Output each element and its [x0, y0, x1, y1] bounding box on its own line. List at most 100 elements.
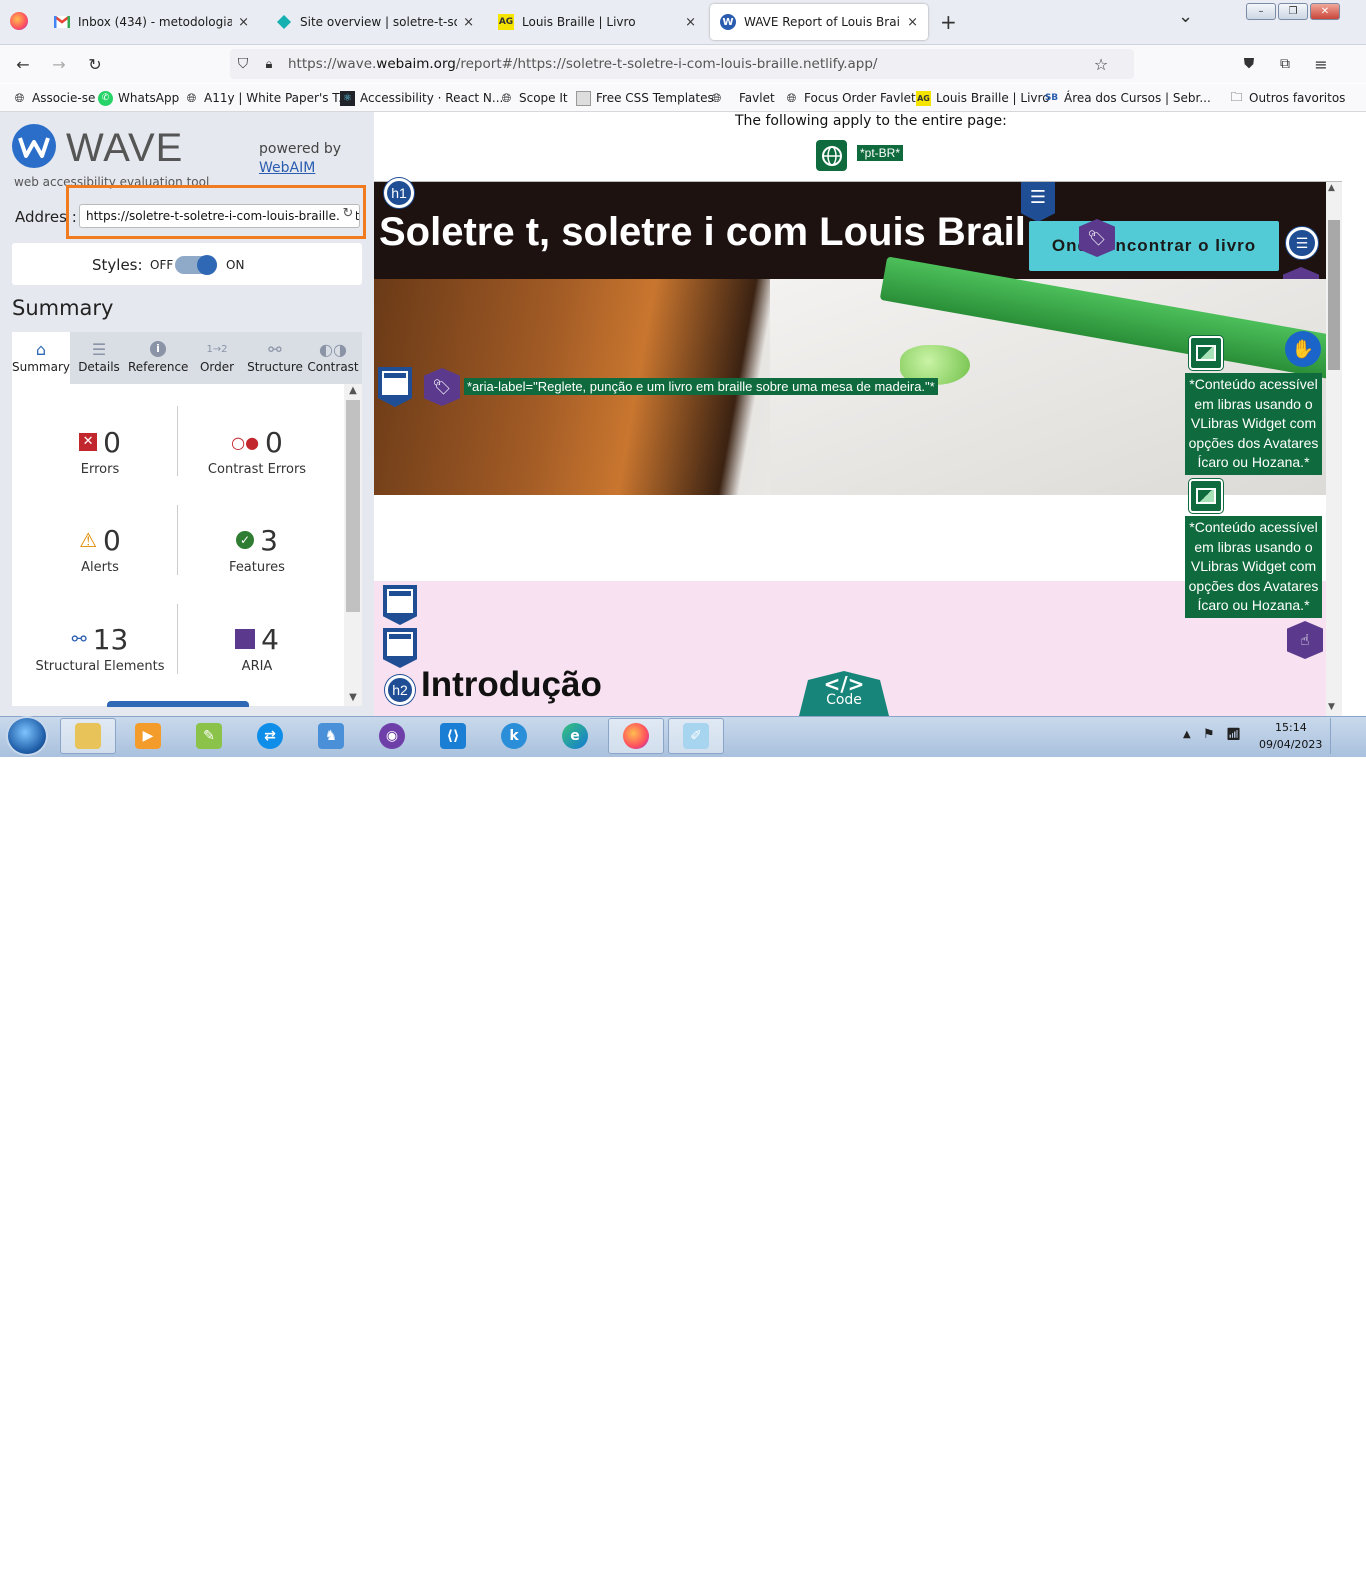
errors-label: Errors — [80, 462, 120, 477]
intro-heading-h2: Introdução — [421, 665, 602, 704]
tab-label: Summary — [12, 360, 70, 374]
teamviewer-icon: ⇄ — [257, 723, 283, 749]
view-details-button[interactable] — [107, 701, 249, 707]
tab-order[interactable]: 1→2 Order — [188, 332, 246, 384]
new-tab-button[interactable]: + — [940, 10, 957, 34]
taskbar-edge[interactable]: e — [547, 718, 603, 754]
taskbar-firefox[interactable] — [608, 718, 664, 754]
pocket-icon[interactable]: ⛊ — [1238, 53, 1260, 75]
taskbar-github[interactable]: ◉ — [364, 718, 420, 754]
errors-stat[interactable]: ✕ 0 Errors — [20, 424, 180, 477]
tab-wave-report[interactable]: W WAVE Report of Louis Braille | Li × — [710, 4, 928, 40]
libras-annotation: *Conteúdo acessível em libras usando o V… — [1185, 373, 1322, 475]
start-button-icon[interactable] — [8, 718, 46, 754]
tab-label: Order — [199, 360, 235, 374]
tab-structure[interactable]: ⚯ Structure — [246, 332, 304, 384]
h1-marker-icon[interactable]: h1 — [384, 178, 414, 208]
bookmark-react-native[interactable]: ⚛ Accessibility · React N... — [340, 89, 503, 107]
language-globe-icon[interactable] — [816, 140, 847, 171]
scroll-up-icon[interactable]: ▲ — [344, 385, 362, 399]
styles-off-label: OFF — [150, 258, 174, 272]
close-window-button[interactable]: ✕ — [1310, 3, 1340, 20]
taskbar-app[interactable]: ♞ — [303, 718, 359, 754]
image-marker-icon[interactable] — [1189, 479, 1223, 513]
panel-scrollbar-thumb[interactable] — [346, 400, 360, 612]
bookmark-a11y[interactable]: 🌐︎ A11y | White Paper's T... — [184, 89, 350, 107]
tab-reference[interactable]: i Reference — [128, 332, 188, 384]
aria-label-marker-icon[interactable]: 🏷︎ — [424, 368, 460, 406]
bookmark-focus-order[interactable]: 🌐︎ Focus Order Favlet — [784, 89, 916, 107]
features-stat[interactable]: ✓ 3 Features — [177, 522, 337, 576]
taskbar-explorer[interactable] — [60, 718, 116, 754]
aria-stat[interactable]: 4 ARIA — [177, 621, 337, 674]
alerts-stat[interactable]: ⚠ 0 Alerts — [20, 522, 180, 576]
errors-count: 0 — [103, 425, 121, 459]
webaim-link[interactable]: WebAIM — [259, 160, 315, 176]
contrast-errors-stat[interactable]: ○● 0 Contrast Errors — [177, 424, 337, 478]
lock-icon[interactable]: 🔒︎ — [258, 53, 280, 75]
extensions-icon[interactable]: ⧉ — [1274, 53, 1296, 75]
scroll-down-icon[interactable]: ▼ — [344, 692, 362, 706]
minimize-button[interactable]: – — [1246, 3, 1276, 20]
shield-icon[interactable]: ⛉ — [232, 53, 254, 75]
tab-label: WAVE Report of Louis Braille | Li — [744, 15, 901, 29]
structural-elements-stat[interactable]: ⚯ 13 Structural Elements — [20, 621, 180, 675]
url-bar[interactable]: https://wave. webaim.org/report#/https://… — [230, 49, 1134, 79]
tab-louis-braille[interactable]: AG Louis Braille | Livro × — [488, 4, 706, 40]
bookmark-star-icon[interactable]: ☆ — [1090, 53, 1112, 75]
close-tab-icon[interactable]: × — [238, 15, 249, 30]
bookmark-favlet[interactable]: 🌐︎ Favlet — [709, 89, 775, 107]
tab-netlify[interactable]: Site overview | soletre-t-soletre- × — [266, 4, 484, 40]
taskbar-notepad-plus[interactable]: ✎ — [181, 718, 237, 754]
reload-icon[interactable]: ↻ — [84, 53, 106, 75]
taskbar-k-app[interactable]: k — [486, 718, 542, 754]
aria-tabindex-marker-icon[interactable]: ☝ — [1287, 621, 1323, 659]
taskbar-teamviewer[interactable]: ⇄ — [242, 718, 298, 754]
close-tab-icon[interactable]: × — [463, 15, 474, 30]
menu-icon[interactable]: ≡ — [1310, 53, 1332, 75]
h2-marker-icon[interactable]: h2 — [385, 675, 415, 705]
forward-arrow-icon[interactable]: → — [48, 53, 70, 75]
aria-label-marker-icon[interactable]: 🏷︎ — [1079, 219, 1115, 257]
tab-contrast[interactable]: ◐◑ Contrast — [304, 332, 362, 384]
bookmark-free-css[interactable]: Free CSS Templates — [576, 89, 714, 107]
tab-gmail[interactable]: Inbox (434) - metodologiashaka × — [44, 4, 259, 40]
refresh-icon[interactable]: ↻ — [340, 206, 356, 224]
show-desktop-button[interactable] — [1330, 718, 1343, 754]
wave-logo-icon[interactable] — [12, 124, 56, 168]
address-input[interactable]: https://soletre-t-soletre-i-com-louis-br… — [79, 204, 360, 228]
taskbar-vscode[interactable]: ⟨⟩ — [425, 718, 481, 754]
bookmark-louis-braille[interactable]: AG Louis Braille | Livro — [916, 89, 1050, 107]
tray-network-icon[interactable]: 📶︎ — [1226, 727, 1241, 741]
firefox-menu-icon[interactable] — [10, 12, 28, 30]
tray-flag-icon[interactable]: ⚑ — [1203, 727, 1215, 742]
vscode-icon: ⟨⟩ — [440, 723, 466, 749]
scroll-up-icon[interactable]: ▲ — [1328, 183, 1335, 193]
tab-summary[interactable]: ⌂ Summary — [12, 332, 70, 384]
content-scrollbar-thumb[interactable] — [1328, 220, 1340, 370]
scroll-down-icon[interactable]: ▼ — [1328, 702, 1335, 712]
tab-details[interactable]: ☰ Details — [70, 332, 128, 384]
image-marker-icon[interactable] — [1189, 336, 1223, 370]
bookmark-scope-it[interactable]: 🌐︎ Scope It — [499, 89, 568, 107]
navigation-list-marker-icon[interactable]: ☰ — [1286, 227, 1318, 259]
taskbar-paint[interactable]: ✐ — [668, 718, 724, 754]
libras-accessibility-icon[interactable]: ✋ — [1285, 331, 1321, 367]
tab-list-icon[interactable]: ⌄ — [1178, 6, 1193, 27]
folder-icon — [75, 723, 101, 749]
netlify-icon — [276, 14, 292, 30]
bookmark-associe-se[interactable]: 🌐︎ Associe-se — [12, 89, 96, 107]
bookmark-other-folder[interactable]: 🗀 Outros favoritos — [1229, 89, 1345, 107]
tray-show-hidden-icon[interactable]: ▲ — [1183, 729, 1191, 740]
find-book-button[interactable]: Onde encontrar o livro — [1029, 221, 1279, 271]
bookmark-sebrae[interactable]: SB Área dos Cursos | Sebr... — [1044, 89, 1211, 107]
restore-button[interactable]: ❐ — [1278, 3, 1308, 20]
close-tab-icon[interactable]: × — [685, 15, 696, 30]
close-tab-icon[interactable]: × — [907, 15, 918, 30]
styles-toggle-knob[interactable] — [197, 255, 217, 275]
bookmark-whatsapp[interactable]: ✆ WhatsApp — [98, 89, 179, 107]
clock-date[interactable]: 09/04/2023 — [1259, 738, 1322, 751]
taskbar-media-player[interactable]: ▶ — [120, 718, 176, 754]
clock-time[interactable]: 15:14 — [1275, 721, 1307, 734]
back-arrow-icon[interactable]: ← — [12, 53, 34, 75]
